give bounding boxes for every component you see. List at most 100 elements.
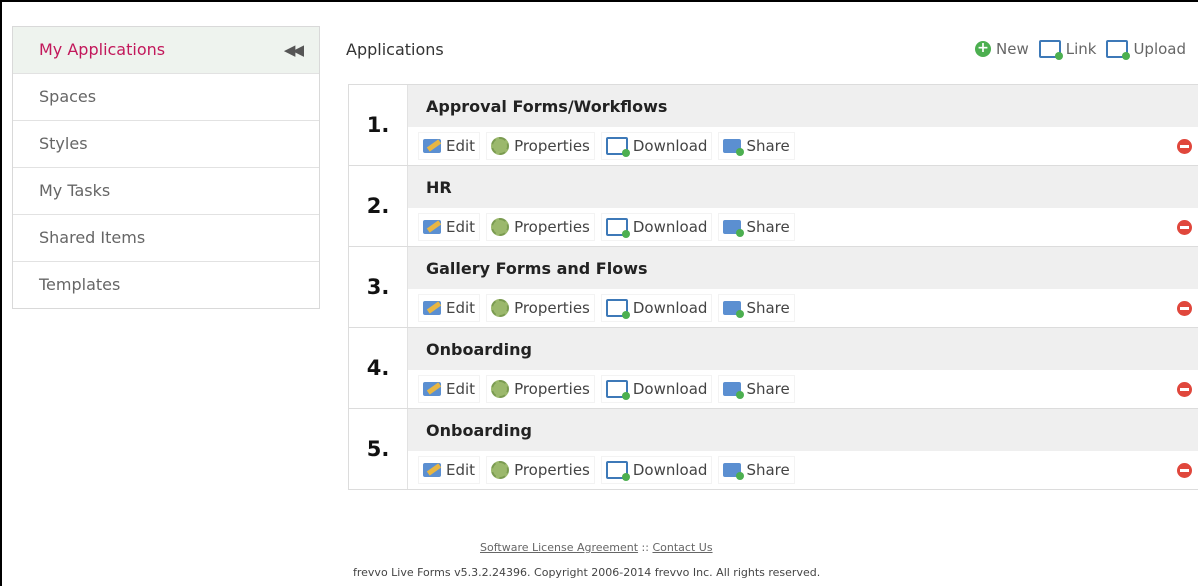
- edit-label: Edit: [446, 380, 476, 398]
- edit-label: Edit: [446, 461, 476, 479]
- sidebar: My Applications ◀◀ Spaces Styles My Task…: [12, 26, 320, 309]
- share-label: Share: [746, 299, 790, 317]
- app-actions: Edit Properties Download Share: [408, 370, 1198, 408]
- sidebar-item-styles[interactable]: Styles: [13, 120, 319, 167]
- footer-links-inner: Software License Agreement :: Contact Us: [480, 541, 713, 554]
- share-button[interactable]: Share: [718, 132, 795, 160]
- gear-icon: [491, 380, 510, 398]
- edit-button[interactable]: Edit: [418, 294, 481, 322]
- gear-icon: [491, 137, 510, 155]
- link-label: Link: [1065, 40, 1097, 58]
- delete-icon[interactable]: [1177, 463, 1192, 478]
- download-icon: [605, 299, 630, 319]
- download-icon: [605, 461, 630, 481]
- edit-icon: [423, 463, 441, 477]
- window-border-top: [0, 0, 1198, 2]
- edit-icon: [423, 382, 441, 396]
- edit-icon: [423, 139, 441, 153]
- footer-separator: ::: [641, 541, 649, 554]
- sidebar-item-spaces[interactable]: Spaces: [13, 73, 319, 120]
- app-actions: Edit Properties Download Share: [408, 127, 1198, 165]
- sidebar-item-shared-items[interactable]: Shared Items: [13, 214, 319, 261]
- share-label: Share: [746, 461, 790, 479]
- sidebar-item-label: Shared Items: [39, 228, 146, 247]
- sidebar-item-label: My Tasks: [39, 181, 111, 200]
- share-button[interactable]: Share: [718, 294, 795, 322]
- double-chevron-left-icon[interactable]: ◀◀: [284, 27, 304, 73]
- share-icon: [723, 382, 745, 399]
- download-label: Download: [632, 299, 708, 317]
- app-name[interactable]: HR: [408, 166, 1198, 208]
- properties-label: Properties: [514, 299, 590, 317]
- app-actions: Edit Properties Download Share: [408, 208, 1198, 246]
- sidebar-item-templates[interactable]: Templates: [13, 261, 319, 308]
- download-label: Download: [632, 380, 708, 398]
- download-button[interactable]: Download: [600, 213, 713, 241]
- share-button[interactable]: Share: [718, 375, 795, 403]
- share-icon: [723, 220, 745, 237]
- download-button[interactable]: Download: [600, 375, 713, 403]
- new-label: New: [996, 40, 1029, 58]
- share-button[interactable]: Share: [718, 456, 795, 484]
- app-name[interactable]: Onboarding: [408, 328, 1198, 370]
- edit-button[interactable]: Edit: [418, 375, 481, 403]
- delete-icon[interactable]: [1177, 220, 1192, 235]
- list-item: 2. HR Edit Properties Download Share: [349, 165, 1198, 246]
- download-label: Download: [632, 218, 708, 236]
- properties-button[interactable]: Properties: [486, 294, 595, 322]
- properties-button[interactable]: Properties: [486, 132, 595, 160]
- properties-button[interactable]: Properties: [486, 456, 595, 484]
- list-item: 5. Onboarding Edit Properties Download S…: [349, 408, 1198, 489]
- sidebar-item-label: Templates: [39, 275, 121, 294]
- window-border-left: [0, 0, 2, 586]
- page-title: Applications: [346, 40, 444, 59]
- edit-label: Edit: [446, 299, 476, 317]
- applications-list: 1. Approval Forms/Workflows Edit Propert…: [348, 84, 1198, 490]
- share-button[interactable]: Share: [718, 213, 795, 241]
- properties-button[interactable]: Properties: [486, 213, 595, 241]
- list-item: 1. Approval Forms/Workflows Edit Propert…: [349, 85, 1198, 165]
- link-button[interactable]: Link: [1038, 40, 1097, 60]
- share-label: Share: [746, 137, 790, 155]
- download-button[interactable]: Download: [600, 456, 713, 484]
- properties-label: Properties: [514, 380, 590, 398]
- share-icon: [723, 301, 745, 318]
- list-item: 4. Onboarding Edit Properties Download S…: [349, 327, 1198, 408]
- edit-icon: [423, 301, 441, 315]
- sidebar-item-label: Spaces: [39, 87, 97, 106]
- delete-icon[interactable]: [1177, 382, 1192, 397]
- download-button[interactable]: Download: [600, 294, 713, 322]
- properties-button[interactable]: Properties: [486, 375, 595, 403]
- app-name[interactable]: Approval Forms/Workflows: [408, 85, 1198, 127]
- sidebar-item-my-tasks[interactable]: My Tasks: [13, 167, 319, 214]
- copyright-text: frevvo Live Forms v5.3.2.24396. Copyrigh…: [353, 566, 821, 579]
- app-number: 5.: [349, 409, 408, 489]
- sidebar-item-my-applications[interactable]: My Applications ◀◀: [13, 27, 319, 73]
- download-icon: [605, 218, 630, 238]
- license-link[interactable]: Software License Agreement: [480, 541, 638, 554]
- download-icon: [605, 380, 630, 400]
- app-number: 4.: [349, 328, 408, 408]
- app-name[interactable]: Gallery Forms and Flows: [408, 247, 1198, 289]
- edit-button[interactable]: Edit: [418, 456, 481, 484]
- sidebar-item-label: Styles: [39, 134, 88, 153]
- download-label: Download: [632, 137, 708, 155]
- list-item: 3. Gallery Forms and Flows Edit Properti…: [349, 246, 1198, 327]
- edit-button[interactable]: Edit: [418, 132, 481, 160]
- edit-label: Edit: [446, 218, 476, 236]
- delete-icon[interactable]: [1177, 139, 1192, 154]
- app-number: 1.: [349, 85, 408, 165]
- properties-label: Properties: [514, 137, 590, 155]
- edit-button[interactable]: Edit: [418, 213, 481, 241]
- app-number: 3.: [349, 247, 408, 327]
- app-actions: Edit Properties Download Share: [408, 289, 1198, 327]
- download-label: Download: [632, 461, 708, 479]
- app-name[interactable]: Onboarding: [408, 409, 1198, 451]
- share-label: Share: [746, 218, 790, 236]
- delete-icon[interactable]: [1177, 301, 1192, 316]
- contact-link[interactable]: Contact Us: [652, 541, 712, 554]
- upload-button[interactable]: Upload: [1106, 40, 1186, 60]
- app-number: 2.: [349, 166, 408, 246]
- new-button[interactable]: + New: [975, 40, 1029, 58]
- download-button[interactable]: Download: [600, 132, 713, 160]
